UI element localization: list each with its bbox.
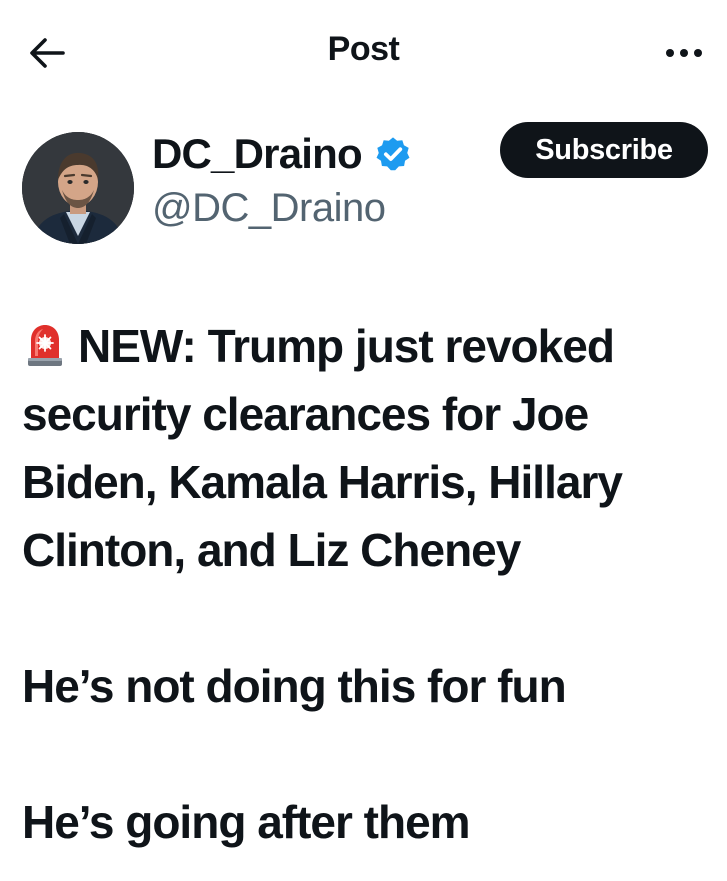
avatar[interactable] bbox=[22, 132, 134, 244]
post-text: NEW: Trump just revoked security clearan… bbox=[22, 312, 712, 856]
post-line-3: He’s going after them bbox=[22, 796, 471, 848]
subscribe-button[interactable]: Subscribe bbox=[500, 122, 708, 178]
post-line-2: He’s not doing this for fun bbox=[22, 660, 567, 712]
more-button[interactable] bbox=[659, 38, 709, 68]
avatar-image bbox=[22, 132, 134, 244]
post-paragraph: NEW: Trump just revoked security clearan… bbox=[22, 312, 712, 584]
verified-badge-icon[interactable] bbox=[374, 134, 414, 174]
more-horizontal-icon bbox=[666, 49, 674, 57]
display-name-row: DC_Draino bbox=[152, 130, 414, 178]
post-author: DC_Draino @DC_Draino Subscribe bbox=[22, 122, 712, 250]
page-title: Post bbox=[327, 30, 400, 68]
top-bar: Post bbox=[0, 0, 727, 104]
user-handle[interactable]: @DC_Draino bbox=[152, 184, 386, 232]
display-name[interactable]: DC_Draino bbox=[152, 130, 363, 178]
post-line-1: NEW: Trump just revoked security clearan… bbox=[22, 320, 623, 576]
rotating-light-icon bbox=[22, 318, 68, 366]
